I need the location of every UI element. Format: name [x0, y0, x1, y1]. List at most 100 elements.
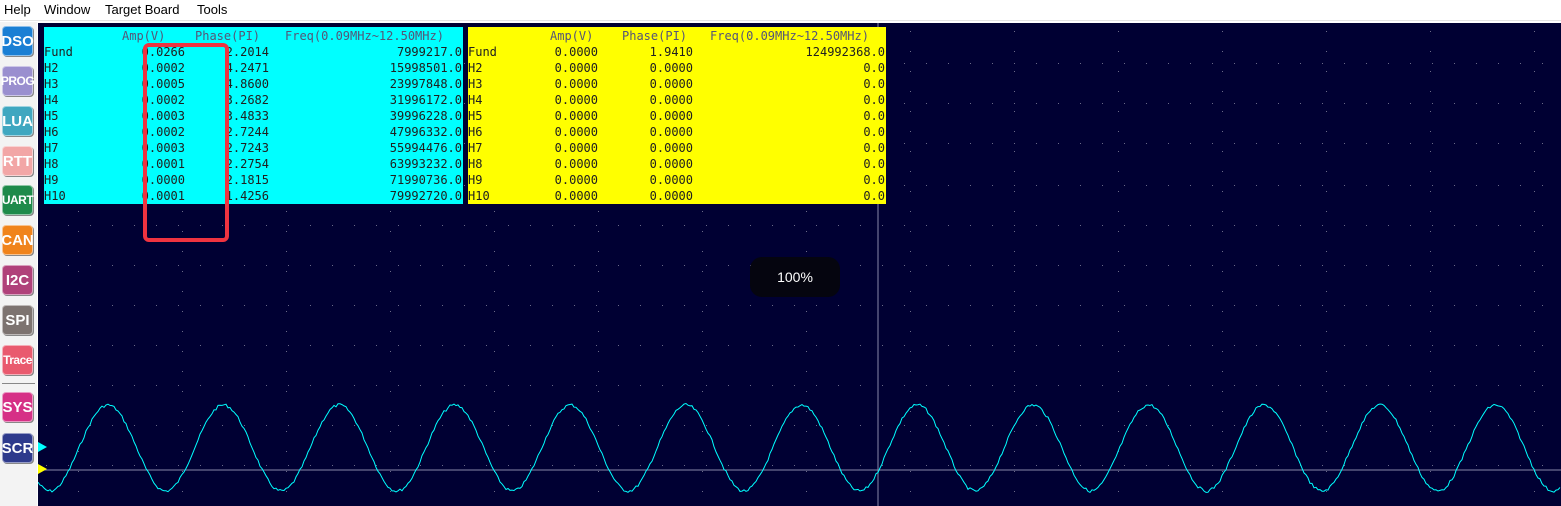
phase-value: 0.0000 — [649, 173, 693, 187]
phase-value: 3.4833 — [225, 109, 269, 123]
phase-value: 0.0000 — [649, 141, 693, 155]
amp-header: Amp(V) — [550, 29, 594, 43]
phase-value: 4.8600 — [225, 77, 269, 91]
channel1-waveform — [38, 402, 1561, 494]
menu-target-board[interactable]: Target Board — [105, 2, 179, 17]
sidebar-button-dso[interactable]: DSO — [1, 26, 34, 56]
frequency-value: 71990736.0 — [389, 173, 462, 187]
amplitude-value: 0.0000 — [554, 157, 598, 171]
phase-value: 1.4256 — [225, 189, 269, 203]
harmonic-name: H9 — [468, 173, 483, 187]
menu-help[interactable]: Help — [4, 2, 31, 17]
frequency-value: 0.0 — [863, 125, 885, 139]
harmonic-name: H3 — [44, 77, 59, 91]
harmonic-name: H8 — [468, 157, 483, 171]
amp-header: Amp(V) — [122, 29, 166, 43]
phase-value: 4.2471 — [225, 61, 269, 75]
sidebar-divider — [2, 383, 35, 384]
frequency-value: 0.0 — [863, 141, 885, 155]
frequency-value: 7999217.0 — [396, 45, 462, 59]
table-row: H7 0.0003 2.7243 55994476.0 — [44, 140, 463, 156]
phase-value: 0.0000 — [649, 189, 693, 203]
table-row: H8 0.0000 0.0000 0.0 — [468, 156, 886, 172]
phase-value: 2.7244 — [225, 125, 269, 139]
table-header-row: Amp(V) Phase(PI) Freq(0.09MHz~12.50MHz) — [44, 28, 463, 44]
amplitude-value: 0.0000 — [554, 141, 598, 155]
harmonic-name: H5 — [468, 109, 483, 123]
amplitude-value: 0.0000 — [554, 173, 598, 187]
frequency-value: 55994476.0 — [389, 141, 462, 155]
table-row: H8 0.0001 2.2754 63993232.0 — [44, 156, 463, 172]
harmonic-name: Fund — [44, 45, 73, 59]
table-row: H10 0.0000 0.0000 0.0 — [468, 188, 886, 204]
frequency-value: 15998501.0 — [389, 61, 462, 75]
freq-header: Freq(0.09MHz~12.50MHz) — [710, 29, 869, 43]
frequency-value: 0.0 — [863, 61, 885, 75]
frequency-value: 0.0 — [863, 173, 885, 187]
oscilloscope-display[interactable]: Amp(V) Phase(PI) Freq(0.09MHz~12.50MHz) … — [38, 23, 1561, 506]
harmonic-name: H6 — [44, 125, 59, 139]
table-row: H5 0.0003 3.4833 39996228.0 — [44, 108, 463, 124]
harmonic-name: H9 — [44, 173, 59, 187]
harmonic-name: H5 — [44, 109, 59, 123]
channel1-level-marker-icon[interactable] — [38, 442, 47, 452]
sidebar-button-spi[interactable]: SPI — [2, 305, 33, 335]
phase-value: 1.9410 — [649, 45, 693, 59]
amplitude-value: 0.0000 — [554, 61, 598, 75]
table-row: H7 0.0000 0.0000 0.0 — [468, 140, 886, 156]
harmonic-name: H4 — [44, 93, 59, 107]
phase-header: Phase(PI) — [622, 29, 688, 43]
harmonic-name: H3 — [468, 77, 483, 91]
sidebar-button-i2c[interactable]: I2C — [2, 265, 33, 295]
sidebar: DSO PROG LUA RTT UART CAN I2C SPI Trace … — [0, 22, 37, 506]
table-row: Fund 0.0000 1.9410 124992368.0 — [468, 44, 886, 60]
harmonic-name: H4 — [468, 93, 483, 107]
menu-window[interactable]: Window — [44, 2, 90, 17]
menu-tools[interactable]: Tools — [197, 2, 227, 17]
harmonic-table-channel2: Amp(V) Phase(PI) Freq(0.09MHz~12.50MHz) … — [468, 27, 886, 204]
phase-value: 0.0000 — [649, 125, 693, 139]
table-row: H2 0.0002 4.2471 15998501.0 — [44, 60, 463, 76]
amplitude-value: 0.0000 — [554, 77, 598, 91]
frequency-value: 63993232.0 — [389, 157, 462, 171]
sidebar-button-trace[interactable]: Trace — [2, 345, 33, 375]
frequency-value: 0.0 — [863, 109, 885, 123]
phase-value: 0.0000 — [649, 93, 693, 107]
sidebar-button-rtt[interactable]: RTT — [2, 146, 33, 176]
table-row: H3 0.0005 4.8600 23997848.0 — [44, 76, 463, 92]
freq-header: Freq(0.09MHz~12.50MHz) — [285, 29, 444, 43]
menu-bar: Help Window Target Board Tools — [0, 0, 1561, 21]
table-row: H3 0.0000 0.0000 0.0 — [468, 76, 886, 92]
sidebar-button-can[interactable]: CAN — [1, 225, 34, 255]
channel2-level-marker-icon[interactable] — [38, 464, 47, 474]
phase-value: 2.2014 — [225, 45, 269, 59]
table-header-row: Amp(V) Phase(PI) Freq(0.09MHz~12.50MHz) — [468, 28, 886, 44]
phase-value: 2.2754 — [225, 157, 269, 171]
harmonic-name: H10 — [468, 189, 490, 203]
frequency-value: 23997848.0 — [389, 77, 462, 91]
phase-value: 2.7243 — [225, 141, 269, 155]
sidebar-button-sys[interactable]: SYS — [2, 392, 33, 422]
frequency-value: 0.0 — [863, 77, 885, 91]
harmonic-name: Fund — [468, 45, 497, 59]
zoom-level-indicator: 100% — [750, 257, 840, 297]
table-row: H4 0.0002 3.2682 31996172.0 — [44, 92, 463, 108]
table-row: H6 0.0000 0.0000 0.0 — [468, 124, 886, 140]
sidebar-button-scr[interactable]: SCR — [2, 433, 33, 463]
frequency-value: 39996228.0 — [389, 109, 462, 123]
harmonic-table-channel1: Amp(V) Phase(PI) Freq(0.09MHz~12.50MHz) … — [44, 27, 463, 204]
harmonic-name: H7 — [44, 141, 59, 155]
phase-value: 0.0000 — [649, 61, 693, 75]
sidebar-button-uart[interactable]: UART — [2, 185, 34, 215]
frequency-value: 47996332.0 — [389, 125, 462, 139]
table-row: H4 0.0000 0.0000 0.0 — [468, 92, 886, 108]
table-row: H10 0.0001 1.4256 79992720.0 — [44, 188, 463, 204]
table-row: H9 0.0000 2.1815 71990736.0 — [44, 172, 463, 188]
harmonic-name: H6 — [468, 125, 483, 139]
sidebar-button-prog[interactable]: PROG — [1, 66, 35, 96]
frequency-value: 124992368.0 — [805, 45, 885, 59]
harmonic-name: H2 — [44, 61, 59, 75]
sidebar-button-lua[interactable]: LUA — [2, 106, 33, 136]
phase-value: 2.1815 — [225, 173, 269, 187]
amplitude-value: 0.0000 — [554, 189, 598, 203]
